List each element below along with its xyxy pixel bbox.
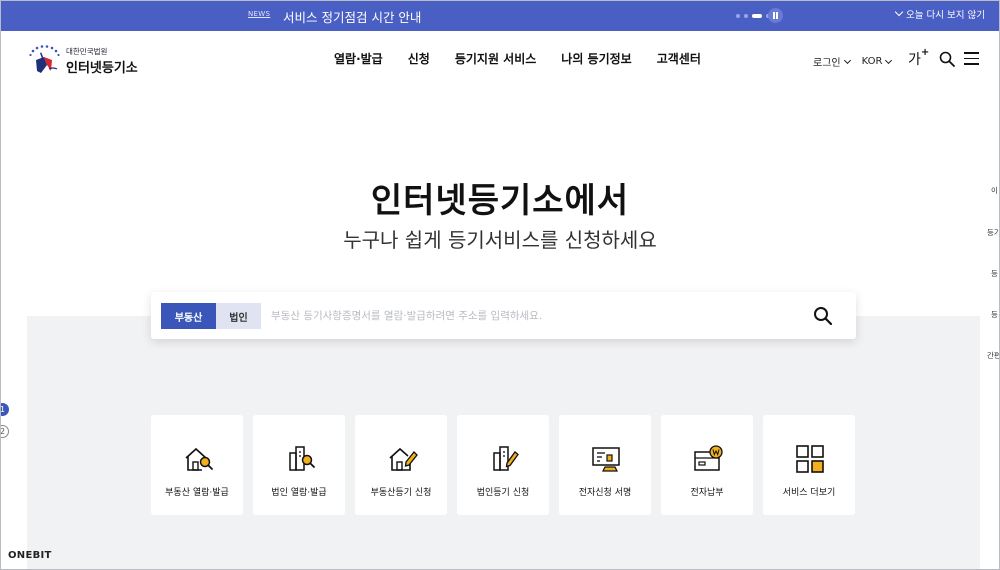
search-box: 부동산 법인 [151,292,856,339]
news-dot-active[interactable] [752,14,762,18]
service-card-label: 법인등기 신청 [476,488,530,498]
news-indicator[interactable] [736,13,770,19]
grid-more-icon [796,445,824,473]
service-card-label: 전자납부 [690,488,724,498]
service-card-e-payment[interactable]: 전자납부 [661,415,753,515]
service-card-label: 부동산 열람·발급 [165,488,229,498]
nav-item-my-info[interactable]: 나의 등기정보 [561,50,631,67]
logo-title: 인터넷등기소 [66,61,138,76]
news-tag: NEWS [248,10,271,18]
house-search-icon [185,447,213,471]
service-card-real-estate-apply[interactable]: 부동산등기 신청 [355,415,447,515]
language-label: KOR [861,56,883,67]
service-card-more[interactable]: 서비스 더보기 [763,415,855,515]
nav-item-view-issue[interactable]: 열람·발급 [334,50,383,67]
hero-subtitle: 누구나 쉽게 등기서비스를 신청하세요 [343,228,657,252]
address-search-input[interactable] [271,305,801,327]
main-nav: 열람·발급 신청 등기지원 서비스 나의 등기정보 고객센터 [334,50,701,67]
tab-real-estate[interactable]: 부동산 [161,303,216,329]
service-card-real-estate-view[interactable]: 부동산 열람·발급 [151,415,243,515]
building-pen-icon [493,446,519,471]
news-dot[interactable] [736,14,740,18]
chevron-down-icon [843,56,851,64]
court-emblem-icon [29,45,60,73]
login-dropdown[interactable]: 로그인 [813,54,851,69]
font-size-label: 가 [908,52,921,68]
service-card-label: 서비스 더보기 [782,488,836,498]
font-size-button[interactable]: 가+ [908,47,930,69]
pause-icon[interactable] [768,8,783,23]
dismiss-today-button[interactable]: 오늘 다시 보지 않기 [894,7,985,21]
nav-item-apply[interactable]: 신청 [408,50,430,67]
service-card-label: 전자신청 서명 [578,488,632,498]
pager-item-2[interactable]: 2 [0,425,9,438]
chevron-down-icon [885,56,893,64]
news-bar: NEWS 서비스 정기점검 시간 안내 오늘 다시 보지 않기 [0,0,1000,31]
login-label: 로그인 [813,58,841,69]
won-payment-icon [694,445,723,471]
utility-menu: 로그인 KOR [813,54,893,69]
service-card-corporation-apply[interactable]: 법인등기 신청 [457,415,549,515]
quick-menu-item[interactable]: 간편 [987,350,1000,361]
hero-title: 인터넷등기소에서 [370,181,630,221]
search-submit-icon[interactable] [813,306,833,326]
quick-menu-item[interactable]: 등 [991,309,998,320]
quick-menu-item[interactable]: 등 [991,268,998,279]
font-size-plus: + [920,47,930,59]
watermark-text: ONEBIT [8,550,52,561]
signature-icon [592,447,620,472]
house-pen-icon [389,447,418,471]
service-card-label: 법인 열람·발급 [271,488,327,498]
dismiss-today-label: 오늘 다시 보지 않기 [906,10,985,21]
nav-item-support[interactable]: 등기지원 서비스 [455,50,536,67]
site-header: 대한민국법원 인터넷등기소 열람·발급 신청 등기지원 서비스 나의 등기정보 … [0,31,1000,91]
quick-menu-item[interactable]: 등기 [987,227,1000,238]
building-search-icon [289,446,315,471]
quick-service-list: 부동산 열람·발급 법인 열람·발급 부동산등기 신청 법인등기 신청 전자신청… [151,415,855,515]
language-dropdown[interactable]: KOR [861,56,893,67]
nav-item-customer-center[interactable]: 고객센터 [657,50,701,67]
section-pager: 1 2 [0,403,9,447]
pager-item-1[interactable]: 1 [0,403,9,416]
site-logo[interactable]: 대한민국법원 인터넷등기소 [27,43,147,77]
tab-corporation[interactable]: 법인 [216,303,261,329]
chevron-down-icon [894,7,904,17]
quick-menu-item[interactable]: 이 [991,185,998,196]
search-icon[interactable] [939,51,955,67]
service-card-e-signature[interactable]: 전자신청 서명 [559,415,651,515]
hamburger-menu-icon[interactable] [964,52,979,65]
logo-subtitle: 대한민국법원 [66,47,108,56]
service-card-corporation-view[interactable]: 법인 열람·발급 [253,415,345,515]
news-link[interactable]: 서비스 정기점검 시간 안내 [283,7,421,26]
service-card-label: 부동산등기 신청 [370,488,432,498]
news-dot[interactable] [744,14,748,18]
